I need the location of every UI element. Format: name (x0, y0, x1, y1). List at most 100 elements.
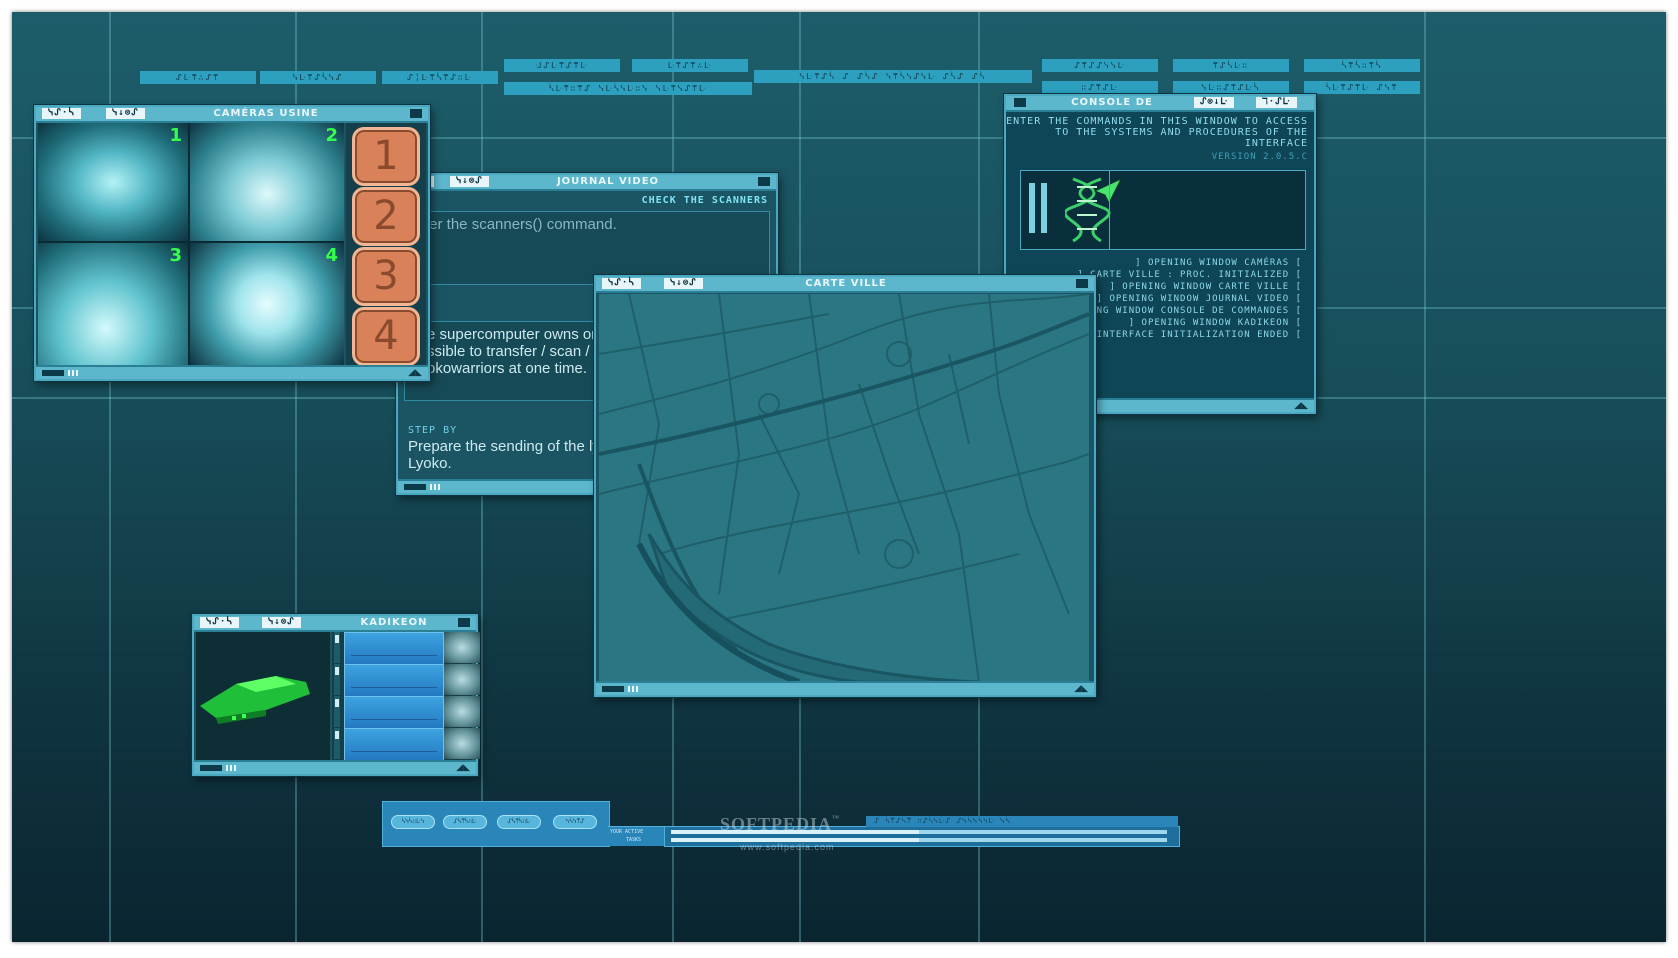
camera-button-4[interactable]: 4 (352, 307, 420, 366)
top-tag: ∷ᔑ⍑ᔑᒷ (1042, 81, 1158, 94)
console-titlebar[interactable]: CONSOLE DE COMMANDES ᔑ⊗↓ᒷ ℸ·ᔑᒷ (1006, 96, 1314, 122)
journal-step-text: Lyoko. (408, 455, 452, 472)
list-marker (334, 696, 340, 727)
console-log-line: ] OPENING WINDOW CAMÉRAS [ (1135, 258, 1302, 268)
pause-bar-icon (1029, 183, 1035, 233)
cameras-glyph-mid: ᓭ↓⊗ᔑ (106, 108, 145, 119)
journal-entry-panel: ter the scanners() command. (404, 211, 770, 285)
scroll-arrows-icon[interactable]: ◢◣ (456, 762, 470, 774)
carte-ville-window[interactable]: ᓭᔑ·ᓵ ᓭ↓⊗ᔑ CARTE VILLE ◢◣ (594, 275, 1096, 697)
top-tag: ᓵ⍑ᓵ∷⍑ᓵ (1304, 59, 1420, 72)
city-map[interactable] (599, 294, 1089, 682)
camera-feed-2[interactable]: 2 (190, 123, 344, 241)
pause-bar-icon (1041, 183, 1047, 233)
kadikeon-row[interactable] (344, 632, 444, 665)
row-line (351, 751, 437, 752)
console-input-area[interactable] (1020, 170, 1306, 250)
camera-button-3[interactable]: 3 (352, 247, 420, 306)
camera-selector: 1 2 3 4 (346, 123, 426, 366)
console-glyph-right: ℸ·ᔑᒷ (1256, 97, 1297, 108)
top-tag: ᔑ╎ᒷ⍑ᓵ⍑ᔑ∷ᒷ (382, 71, 498, 84)
watermark-brand: SOFTPEDIA (720, 814, 833, 834)
kadikeon-row[interactable] (344, 696, 444, 729)
console-log-line: ENING WINDOW CONSOLE DE COMMANDES [ (1077, 306, 1302, 316)
camera-number: 4 (325, 245, 338, 266)
console-log-line: ] CARTE VILLE : PROC. INITIALIZED [ (1077, 270, 1302, 280)
camera-feed-4[interactable]: 4 (190, 243, 344, 365)
kadikeon-window[interactable]: ᓭᔑ·ᓵ ᓭ↓⊗ᔑ KADIKEON ◢◣ (192, 614, 480, 776)
journal-titlebar[interactable]: ᓵ ᓭ↓⊗ᔑ JOURNAL VIDEO (398, 175, 776, 191)
kadikeon-row[interactable] (344, 728, 444, 761)
kadikeon-titlebar[interactable]: ᓭᔑ·ᓵ ᓭ↓⊗ᔑ KADIKEON (194, 616, 476, 632)
journal-title: JOURNAL VIDEO (556, 176, 660, 187)
kadikeon-thumbnail[interactable] (444, 696, 480, 727)
taskbar-button[interactable]: ᔑᓵ⍑ᓵ∷ᒷ (443, 815, 487, 829)
carte-title: CARTE VILLE (805, 278, 887, 289)
cameras-usine-window[interactable]: ᓭᔑ·ᓵ ᓭ↓⊗ᔑ CAMÉRAS USINE 1 2 3 4 1 2 3 4 (34, 105, 430, 381)
kadikeon-row[interactable] (344, 664, 444, 697)
resize-grip[interactable] (200, 765, 236, 771)
active-tasks-text: TASKS (626, 837, 642, 843)
row-line (351, 655, 437, 656)
taskbar-launcher: ᓵᓭᓵ∷ᒷᓭ ᔑᓵ⍑ᓵ∷ᒷ ᔑᓵ⍑ᓵ∷ᒷ ᓭᓵᓭ⍑ᔑ (382, 801, 610, 847)
list-marker (334, 664, 340, 695)
console-log-line: ] INTERFACE INITIALIZATION ENDED [ (1083, 330, 1302, 340)
journal-entry-text: ter the scanners() command. (425, 216, 617, 233)
carte-titlebar[interactable]: ᓭᔑ·ᓵ ᓭ↓⊗ᔑ CARTE VILLE (596, 277, 1094, 293)
watermark-tm: ™ (832, 814, 841, 822)
top-tag: ᓭᒷ∷ᔑ⍑ᔑᒷᓵ (1173, 81, 1289, 94)
kadikeon-3d-view[interactable] (196, 632, 330, 760)
console-close-button[interactable] (1014, 98, 1026, 107)
cameras-statusbar: ◢◣ (36, 365, 428, 379)
top-tag: ᓭᒷ⍑ᔑᓵ ᔑ ᔑᓵᔑ ᓭ⍑ᓵᓭᔑᓭᒷ ᔑᓵᔑ ᔑᓵ (754, 70, 1032, 83)
camera-feed-3[interactable]: 3 (38, 243, 188, 365)
resize-grip[interactable] (404, 484, 440, 490)
watermark-url: www.softpedia.com (740, 842, 835, 852)
journal-close-button[interactable] (758, 177, 770, 186)
top-tag: ᒷ⍑ᔑ⍑∴ᒷ (632, 59, 748, 72)
active-tasks-label: YOUR ACTIVE TASKS (608, 826, 664, 846)
journal-check-scanners: CHECK THE SCANNERS (641, 195, 768, 206)
resize-grip[interactable] (42, 370, 78, 376)
kadikeon-close-button[interactable] (458, 618, 470, 627)
camera-button-2[interactable]: 2 (352, 187, 420, 246)
active-tasks-text: YOUR ACTIVE (610, 829, 644, 835)
cameras-glyph-left: ᓭᔑ·ᓵ (42, 108, 81, 119)
console-title: CONSOLE DE COMMANDES (1070, 97, 1153, 122)
row-line (351, 687, 437, 688)
taskbar-button[interactable]: ᔑᓵ⍑ᓵ∷ᒷ (497, 815, 541, 829)
kadikeon-thumbnail[interactable] (444, 664, 480, 695)
journal-info-line: okowarriors at one time. (427, 360, 588, 377)
console-intro: ENTER THE COMMANDS IN THIS WINDOW TO ACC… (1006, 116, 1308, 149)
console-log-line: ] OPENING WINDOW JOURNAL VIDEO [ (1096, 294, 1302, 304)
console-log-line: ] OPENING WINDOW CARTE VILLE [ (1109, 282, 1302, 292)
cameras-titlebar[interactable]: ᓭᔑ·ᓵ ᓭ↓⊗ᔑ CAMÉRAS USINE (36, 107, 428, 123)
kadikeon-list (332, 632, 480, 761)
scroll-arrows-icon[interactable]: ◢◣ (1294, 400, 1308, 412)
scroll-arrows-icon[interactable]: ◢◣ (1074, 683, 1088, 695)
top-tag: ⍑ᔑᓵᒷ∷ (1173, 59, 1289, 72)
task-strip-text: ᔑ ᓵ⍑ᔑᓵ⍑ ∷ᔑᓵᓭᒷᔑ ᔑᓭᓵᓭᓵᓭᒷ ᓭᓵ (874, 817, 1011, 825)
camera-feed-1[interactable]: 1 (38, 123, 188, 241)
journal-info-line: e supercomputer owns or (427, 326, 597, 343)
camera-button-1[interactable]: 1 (352, 127, 420, 186)
carte-close-button[interactable] (1076, 279, 1088, 288)
camera-grid: 1 2 3 4 (38, 123, 344, 365)
cameras-close-button[interactable] (410, 109, 422, 118)
list-marker (334, 632, 340, 663)
top-tag: ᓭᒷ⍑ᔑᓵᓭᔑ (260, 71, 376, 84)
camera-number: 3 (169, 245, 182, 266)
scroll-arrows-icon[interactable]: ◢◣ (408, 367, 422, 379)
terrain-model-icon (200, 676, 310, 724)
carte-glyph-left: ᓭᔑ·ᓵ (602, 278, 641, 289)
camera-number: 2 (325, 125, 338, 146)
console-intro-line: INTERFACE (1244, 138, 1308, 149)
kadikeon-thumbnail[interactable] (444, 632, 480, 663)
taskbar-button[interactable]: ᓭᓵᓭ⍑ᔑ (553, 815, 597, 829)
cameras-title: CAMÉRAS USINE (213, 108, 319, 119)
console-intro-line: TO THE SYSTEMS AND PROCEDURES OF THE (1055, 127, 1308, 138)
resize-grip[interactable] (602, 686, 638, 692)
grid-line (1424, 12, 1426, 942)
taskbar-button[interactable]: ᓵᓭᓵ∷ᒷᓭ (391, 815, 435, 829)
kadikeon-thumbnail[interactable] (444, 728, 480, 759)
